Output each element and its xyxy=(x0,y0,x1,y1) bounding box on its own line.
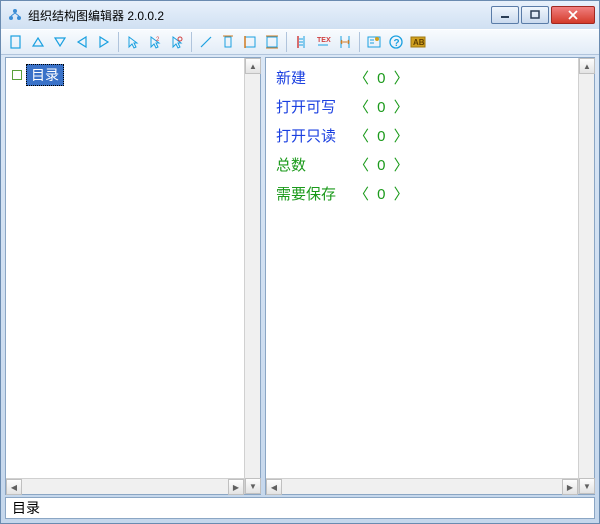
stats-horizontal-scrollbar[interactable]: ◀ ▶ xyxy=(266,478,578,494)
props-button[interactable] xyxy=(363,31,385,53)
stat-label: 需要保存 xyxy=(276,184,354,205)
stat-value: 〈 0 〉 xyxy=(354,68,411,89)
ruler-v-button[interactable] xyxy=(290,31,312,53)
triangle-down-button[interactable] xyxy=(49,31,71,53)
stat-value: 〈 0 〉 xyxy=(354,126,411,147)
svg-text:AB: AB xyxy=(413,38,425,47)
stat-row: 新建〈 0 〉 xyxy=(276,64,584,93)
svg-text:?: ? xyxy=(394,38,400,49)
tree-node-icon xyxy=(12,70,22,80)
triangle-up-button[interactable] xyxy=(27,31,49,53)
align-left-icon xyxy=(242,34,258,50)
align-item-button[interactable] xyxy=(217,31,239,53)
cursor-1-icon xyxy=(125,34,141,50)
help-button[interactable]: ? xyxy=(385,31,407,53)
cursor-3-icon xyxy=(169,34,185,50)
scroll-right-icon[interactable]: ▶ xyxy=(562,479,578,495)
toolbar-separator xyxy=(118,32,119,52)
text-icon: TEXT xyxy=(315,34,331,50)
tree-root-label: 目录 xyxy=(26,64,64,86)
triangle-up-icon xyxy=(30,34,46,50)
svg-text:2: 2 xyxy=(156,37,160,43)
stats-pane: 新建〈 0 〉打开可写〈 0 〉打开只读〈 0 〉总数〈 0 〉需要保存〈 0 … xyxy=(265,57,595,495)
ruler-h-button[interactable] xyxy=(334,31,356,53)
cursor-3-button[interactable] xyxy=(166,31,188,53)
stat-row: 总数〈 0 〉 xyxy=(276,151,584,180)
content-area: 目录 ▲ ▼ ◀ ▶ 新建〈 0 〉打开可写〈 0 〉打开只读〈 0 〉总数〈 … xyxy=(1,55,599,497)
stat-value: 〈 0 〉 xyxy=(354,97,411,118)
status-bar: 目录 xyxy=(5,497,595,519)
tree-vertical-scrollbar[interactable]: ▲ ▼ xyxy=(244,58,260,494)
app-icon xyxy=(7,7,23,23)
props-icon xyxy=(366,34,382,50)
line-button[interactable] xyxy=(195,31,217,53)
text-button[interactable]: TEXT xyxy=(312,31,334,53)
new-page-button[interactable] xyxy=(5,31,27,53)
stat-label: 总数 xyxy=(276,155,354,176)
stat-label: 打开可写 xyxy=(276,97,354,118)
scroll-track[interactable] xyxy=(579,74,594,478)
align-full-icon xyxy=(264,34,280,50)
titlebar: 组织结构图编辑器 2.0.0.2 xyxy=(1,1,599,29)
stat-label: 打开只读 xyxy=(276,126,354,147)
triangle-left-icon xyxy=(74,34,90,50)
align-item-icon xyxy=(220,34,236,50)
stat-value: 〈 0 〉 xyxy=(354,155,411,176)
ab-button[interactable]: AB xyxy=(407,31,429,53)
triangle-left-button[interactable] xyxy=(71,31,93,53)
ruler-v-icon xyxy=(293,34,309,50)
stat-value: 〈 0 〉 xyxy=(354,184,411,205)
align-left-button[interactable] xyxy=(239,31,261,53)
tree-pane: 目录 ▲ ▼ ◀ ▶ xyxy=(5,57,261,495)
close-button[interactable] xyxy=(551,6,595,24)
minimize-button[interactable] xyxy=(491,6,519,24)
svg-text:TEXT: TEXT xyxy=(317,37,331,44)
scroll-up-icon[interactable]: ▲ xyxy=(579,58,595,74)
scroll-track[interactable] xyxy=(245,74,260,478)
stats-vertical-scrollbar[interactable]: ▲ ▼ xyxy=(578,58,594,494)
align-full-button[interactable] xyxy=(261,31,283,53)
window-title: 组织结构图编辑器 2.0.0.2 xyxy=(28,7,491,24)
stat-row: 需要保存〈 0 〉 xyxy=(276,180,584,209)
scroll-down-icon[interactable]: ▼ xyxy=(579,478,595,494)
line-icon xyxy=(198,34,214,50)
stat-row: 打开可写〈 0 〉 xyxy=(276,93,584,122)
maximize-button[interactable] xyxy=(521,6,549,24)
tree-horizontal-scrollbar[interactable]: ◀ ▶ xyxy=(6,478,244,494)
scroll-track[interactable] xyxy=(282,479,562,494)
toolbar-separator xyxy=(286,32,287,52)
scroll-left-icon[interactable]: ◀ xyxy=(266,479,282,495)
ruler-h-icon xyxy=(337,34,353,50)
scroll-up-icon[interactable]: ▲ xyxy=(245,58,261,74)
toolbar-separator xyxy=(359,32,360,52)
scroll-left-icon[interactable]: ◀ xyxy=(6,479,22,495)
app-window: 组织结构图编辑器 2.0.0.2 2 TEXT? AB 目录 ▲ ▼ xyxy=(0,0,600,524)
toolbar: 2 TEXT? AB xyxy=(1,29,599,55)
help-icon: ? xyxy=(388,34,404,50)
status-text: 目录 xyxy=(12,498,40,518)
scroll-down-icon[interactable]: ▼ xyxy=(245,478,261,494)
scroll-right-icon[interactable]: ▶ xyxy=(228,479,244,495)
scroll-track[interactable] xyxy=(22,479,228,494)
new-page-icon xyxy=(8,34,24,50)
window-controls xyxy=(491,6,595,24)
cursor-1-button[interactable] xyxy=(122,31,144,53)
ab-icon: AB xyxy=(410,34,426,50)
triangle-right-button[interactable] xyxy=(93,31,115,53)
stat-row: 打开只读〈 0 〉 xyxy=(276,122,584,151)
stat-label: 新建 xyxy=(276,68,354,89)
cursor-2-icon: 2 xyxy=(147,34,163,50)
triangle-right-icon xyxy=(96,34,112,50)
cursor-2-button[interactable]: 2 xyxy=(144,31,166,53)
toolbar-separator xyxy=(191,32,192,52)
triangle-down-icon xyxy=(52,34,68,50)
tree-root-item[interactable]: 目录 xyxy=(8,62,258,88)
